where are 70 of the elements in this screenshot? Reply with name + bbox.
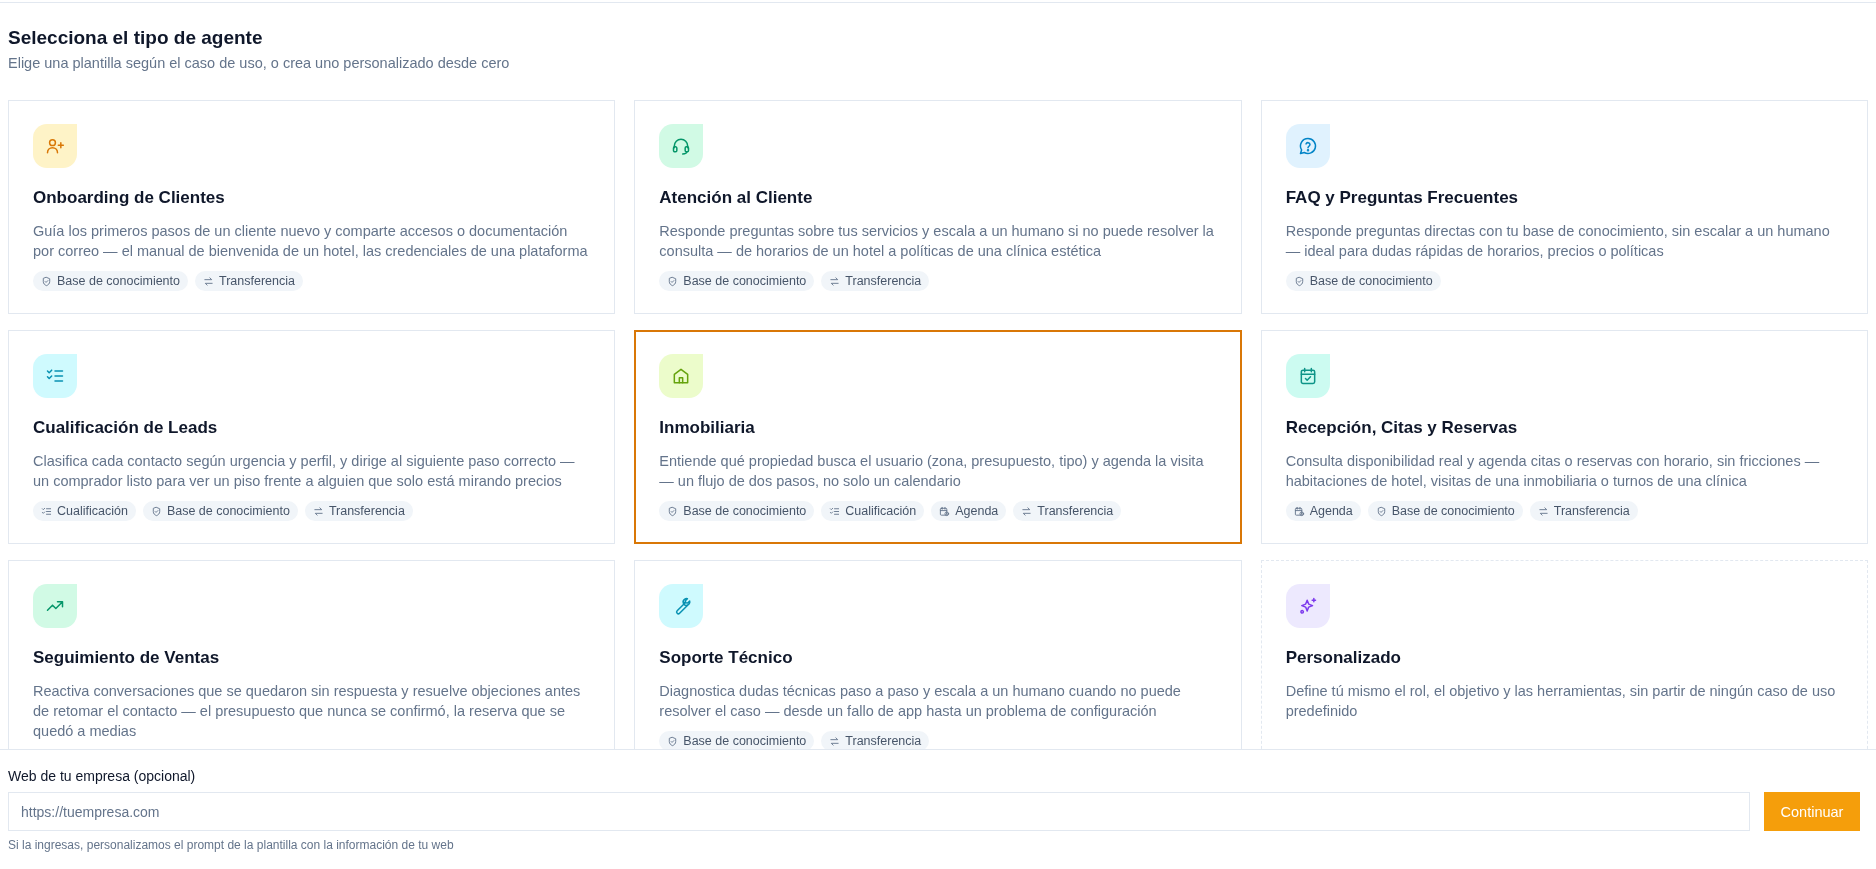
calendar-clock-icon — [939, 505, 951, 517]
card-title: Inmobiliaria — [659, 418, 755, 438]
card-description: Responde preguntas sobre tus servicios y escala a un humano si no puede resolver la consulta — de horarios de un hotel a políticas de una clínica estética — [659, 222, 1215, 261]
checklist-icon — [829, 505, 841, 517]
shield-check-icon — [667, 735, 679, 747]
tag: Transferencia — [821, 731, 930, 749]
agent-card[interactable]: Seguimiento de Ventas Reactiva conversaciones que se quedaron sin respuesta y resuelve objeciones antes de retomar el contacto — el presupuesto que nunca se confirmó, la reserva que se quedó a medias — [8, 560, 616, 749]
page-subtitle: Elige una plantilla según el caso de uso, o crea uno personalizado desde cero — [8, 55, 511, 71]
website-field[interactable]: https://tuempresa.com — [8, 792, 1750, 831]
agent-card[interactable] — [8, 100, 616, 314]
tag: Agenda — [1285, 501, 1361, 521]
tag: Agenda — [931, 501, 1007, 521]
tag: Transferencia — [195, 271, 303, 291]
question-bubble-icon — [1297, 136, 1318, 156]
agent-card[interactable] — [8, 330, 616, 544]
agent-card[interactable] — [634, 560, 1242, 749]
field-label: Web de tu empresa (opcional) — [8, 768, 197, 784]
shield-check-icon — [667, 505, 679, 517]
shield-check-icon — [667, 275, 679, 287]
tag: Base de conocimiento — [33, 271, 188, 291]
shield-check-icon — [41, 275, 52, 287]
card-title: Onboarding de Clientes — [33, 188, 225, 208]
card-title: Recepción, Citas y Reservas — [1285, 418, 1518, 438]
tag: Base de conocimiento — [659, 271, 815, 291]
swap-arrows-icon — [312, 505, 324, 517]
calendar-clock-icon — [1293, 505, 1305, 517]
agent-card[interactable] — [1260, 330, 1868, 544]
tag: Transferencia — [821, 271, 930, 291]
tag: Base de conocimiento — [659, 731, 815, 749]
swap-arrows-icon — [203, 275, 214, 287]
card-description: Guía los primeros pasos de un cliente nuevo y comparte accesos o documentación por correo — el manual de bienvenida de un hotel, las credenciales de una plataforma — [33, 222, 589, 261]
field-hint: Si la ingresas, personalizamos el prompt de la plantilla con la información de tu web — [8, 838, 455, 852]
sparkles-icon — [1297, 596, 1318, 616]
tag: Base de conocimiento — [1367, 501, 1523, 521]
tag: Base de conocimiento — [659, 501, 815, 521]
tag: Cualificación — [33, 501, 136, 521]
agent-card[interactable]: Inmobiliaria Entiende qué propiedad busca el usuario (zona, presupuesto, tipo) y agenda la visita — un flujo de dos pasos, no solo un calendario Base de conocimiento Cualificación Agenda Transferencia — [634, 330, 1242, 544]
card-title: Seguimiento de Ventas — [33, 648, 220, 668]
swap-arrows-icon — [829, 735, 841, 747]
card-description: Reactiva conversaciones que se quedaron sin respuesta y resuelve objeciones antes de retomar el contacto — el presupuesto que nunca se confirmó, la reserva que se quedó a medias — [33, 682, 582, 741]
tag: Transferencia — [304, 501, 413, 521]
card-title: FAQ y Preguntas Frecuentes — [1285, 188, 1519, 208]
swap-arrows-icon — [829, 275, 841, 287]
headset-icon — [671, 136, 692, 156]
user-plus-icon — [45, 136, 65, 156]
shield-check-icon — [1375, 505, 1387, 517]
card-title: Cualificación de Leads — [33, 418, 218, 438]
tag: Transferencia — [1529, 501, 1638, 521]
tag: Base de conocimiento — [1285, 271, 1441, 291]
shield-check-icon — [150, 505, 162, 517]
card-description: Consulta disponibilidad real y agenda citas o reservas con horario, sin fricciones — habitaciones de hotel, visitas de una inmobiliaria o turnos de una clínica — [1285, 452, 1821, 491]
tag: Transferencia — [1013, 501, 1122, 521]
agent-card[interactable]: Personalizado Define tú mismo el rol, el objetivo y las herramientas, sin partir de ningún caso de uso predefinido — [1260, 560, 1868, 749]
checklist-icon — [41, 505, 52, 517]
agent-card[interactable]: FAQ y Preguntas Frecuentes Responde preguntas directas con tu base de conocimiento, sin escalar a un humano — ideal para dudas rápidas de horarios, precios o políticas Base de conocimiento — [1260, 100, 1868, 314]
page-title: Selecciona el tipo de agente — [8, 27, 264, 49]
card-description: Define tú mismo el rol, el objetivo y las herramientas, sin partir de ningún caso de uso predefinido — [1285, 682, 1837, 721]
card-description: Diagnostica dudas técnicas paso a paso y escala a un humano cuando no puede resolver el caso — desde un fallo de app hasta un problema de configuración — [659, 682, 1182, 721]
card-description: Responde preguntas directas con tu base de conocimiento, sin escalar a un humano — ideal para dudas rápidas de horarios, precios o políticas — [1285, 222, 1831, 261]
card-title: Soporte Técnico — [659, 648, 793, 668]
card-description: Clasifica cada contacto según urgencia y perfil, y dirige al siguiente paso correcto — un comprador listo para ver un piso frente a alguien que solo está mirando precios — [33, 452, 576, 491]
swap-arrows-icon — [1021, 505, 1033, 517]
card-title: Atención al Cliente — [659, 188, 813, 208]
card-title: Personalizado — [1285, 648, 1401, 668]
agent-card[interactable] — [634, 100, 1242, 314]
swap-arrows-icon — [1537, 505, 1549, 517]
shield-check-icon — [1293, 275, 1305, 287]
tag: Base de conocimiento — [142, 501, 298, 521]
card-description: Entiende qué propiedad busca el usuario (zona, presupuesto, tipo) y agenda la visita — un flujo de dos pasos, no solo un calendario — [659, 452, 1205, 491]
tag: Cualificación — [821, 501, 925, 521]
